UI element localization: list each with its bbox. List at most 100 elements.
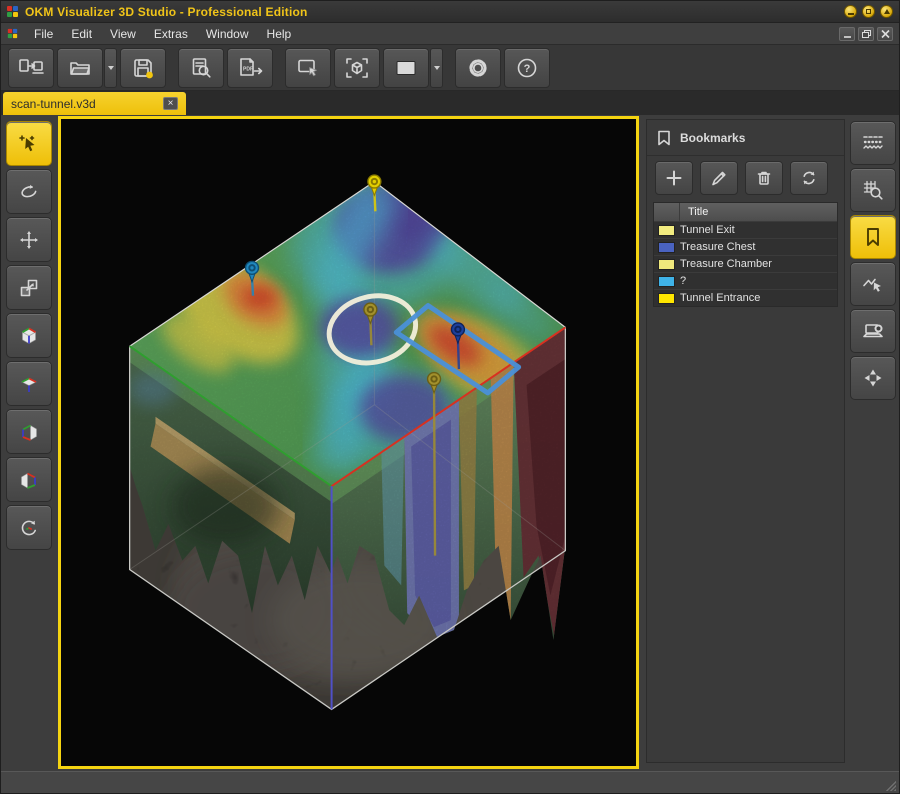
tab-label: scan-tunnel.v3d <box>11 97 96 111</box>
reset-view-button[interactable] <box>6 505 52 550</box>
svg-text:PDF: PDF <box>243 66 253 72</box>
grid-search-button[interactable] <box>850 168 896 212</box>
status-bar <box>1 771 899 794</box>
close-button[interactable] <box>880 5 893 18</box>
scan-scene[interactable] <box>61 119 636 766</box>
background-color-dropdown[interactable] <box>430 48 443 88</box>
maximize-icon <box>866 9 871 14</box>
settings-button[interactable] <box>455 48 501 88</box>
view-front-icon <box>17 468 41 492</box>
view-front-button[interactable] <box>6 457 52 502</box>
navigation-button[interactable] <box>850 356 896 400</box>
gear-icon <box>466 56 490 80</box>
mdi-close-button[interactable] <box>877 27 893 41</box>
tab-scan-tunnel[interactable]: scan-tunnel.v3d × <box>3 92 186 115</box>
scale-tool-button[interactable] <box>6 265 52 310</box>
view-side-button[interactable] <box>6 409 52 454</box>
bookmarks-panel: Bookmarks Title Tunnel Exit <box>646 119 845 763</box>
bookmark-title: ? <box>680 275 686 287</box>
bookmarks-table-header[interactable]: Title <box>654 203 837 221</box>
bookmark-row-tunnel-exit[interactable]: Tunnel Exit <box>654 221 837 238</box>
bookmark-title: Tunnel Entrance <box>680 292 760 304</box>
ground-scan-button[interactable] <box>850 121 896 165</box>
rotate-tool-button[interactable] <box>6 169 52 214</box>
view-3d-button[interactable] <box>6 313 52 358</box>
right-tool-strip <box>846 115 900 771</box>
signal-analysis-button[interactable] <box>850 262 896 306</box>
bookmark-color-swatch <box>658 242 675 253</box>
close-icon <box>884 9 890 14</box>
bookmarks-header: Bookmarks <box>647 120 844 156</box>
help-button[interactable]: ? <box>504 48 550 88</box>
refresh-icon <box>799 168 819 188</box>
minimize-icon <box>848 13 854 15</box>
add-bookmark-button[interactable] <box>655 161 693 195</box>
fit-view-button[interactable] <box>334 48 380 88</box>
open-file-dropdown[interactable] <box>104 48 117 88</box>
minimize-button[interactable] <box>844 5 857 18</box>
menu-edit[interactable]: Edit <box>62 25 101 43</box>
screen-capture-icon <box>296 56 320 80</box>
menu-window[interactable]: Window <box>197 25 258 43</box>
app-logo-icon <box>7 6 18 17</box>
view-side-icon <box>17 420 41 444</box>
bookmark-row-tunnel-entrance[interactable]: Tunnel Entrance <box>654 289 837 306</box>
bookmark-color-swatch <box>658 276 675 287</box>
mdi-restore-button[interactable] <box>858 27 874 41</box>
refresh-bookmarks-button[interactable] <box>790 161 828 195</box>
device-settings-button[interactable] <box>850 309 896 353</box>
bookmark-color-swatch <box>658 225 675 236</box>
open-folder-icon <box>68 56 92 80</box>
rotate-tool-icon <box>17 180 41 204</box>
print-preview-button[interactable] <box>178 48 224 88</box>
resize-grip[interactable] <box>884 779 896 791</box>
save-file-button[interactable] <box>120 48 166 88</box>
bookmarks-toolbar <box>647 156 844 200</box>
import-scan-button[interactable] <box>8 48 54 88</box>
title-bar[interactable]: OKM Visualizer 3D Studio - Professional … <box>1 1 899 23</box>
chevron-down-icon <box>108 66 114 70</box>
ground-scan-icon <box>860 131 886 155</box>
bookmark-title: Tunnel Exit <box>680 224 735 236</box>
mdi-close-icon <box>880 29 891 39</box>
bookmark-icon <box>657 130 671 146</box>
help-icon: ? <box>515 56 539 80</box>
tab-close-button[interactable]: × <box>163 97 178 110</box>
pan-tool-button[interactable] <box>6 217 52 262</box>
view-3d-icon <box>17 324 41 348</box>
edit-bookmark-button[interactable] <box>700 161 738 195</box>
color-column <box>654 203 680 221</box>
bookmark-title: Treasure Chamber <box>680 258 772 270</box>
bookmarks-button[interactable] <box>850 215 896 259</box>
delete-bookmark-button[interactable] <box>745 161 783 195</box>
bookmark-icon <box>861 225 885 249</box>
mdi-minimize-button[interactable] <box>839 27 855 41</box>
bookmarks-title: Bookmarks <box>680 131 745 145</box>
menu-file[interactable]: File <box>25 25 62 43</box>
document-search-icon <box>189 56 213 80</box>
maximize-button[interactable] <box>862 5 875 18</box>
signal-analysis-icon <box>861 272 885 296</box>
menu-view[interactable]: View <box>101 25 145 43</box>
tab-bar: scan-tunnel.v3d × <box>1 91 899 115</box>
select-tool-button[interactable] <box>6 121 52 166</box>
save-icon <box>131 56 155 80</box>
plus-icon <box>664 168 684 188</box>
navigation-icon <box>861 366 885 390</box>
bookmark-row-treasure-chest[interactable]: Treasure Chest <box>654 238 837 255</box>
capture-screen-button[interactable] <box>285 48 331 88</box>
export-pdf-button[interactable]: PDF <box>227 48 273 88</box>
menu-help[interactable]: Help <box>258 25 301 43</box>
bookmark-row-treasure-chamber[interactable]: Treasure Chamber <box>654 255 837 272</box>
open-file-button[interactable] <box>57 48 103 88</box>
background-color-button[interactable] <box>383 48 429 88</box>
title-column-header: Title <box>680 206 708 218</box>
pdf-export-icon: PDF <box>237 56 263 80</box>
app-window: OKM Visualizer 3D Studio - Professional … <box>0 0 900 794</box>
viewport-3d[interactable] <box>58 116 639 769</box>
pencil-icon <box>709 168 729 188</box>
view-top-button[interactable] <box>6 361 52 406</box>
bookmark-row-unknown[interactable]: ? <box>654 272 837 289</box>
menu-extras[interactable]: Extras <box>145 25 197 43</box>
device-settings-icon <box>861 319 885 343</box>
